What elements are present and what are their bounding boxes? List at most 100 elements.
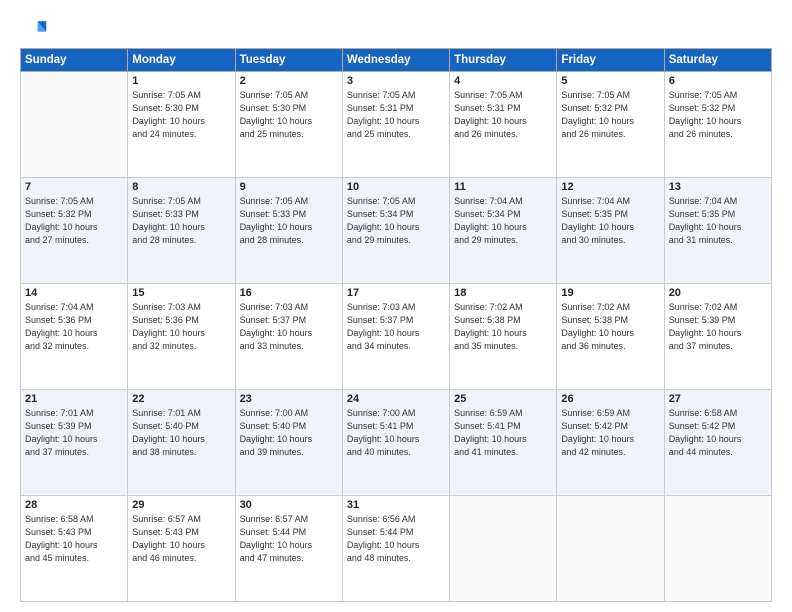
day-cell	[664, 496, 771, 602]
day-cell: 8 Sunrise: 7:05 AM Sunset: 5:33 PM Daylig…	[128, 178, 235, 284]
day-cell: 18 Sunrise: 7:02 AM Sunset: 5:38 PM Dayli…	[450, 284, 557, 390]
day-cell: 29 Sunrise: 6:57 AM Sunset: 5:43 PM Dayli…	[128, 496, 235, 602]
day-cell: 31Sunrise: 6:56 AM Sunset: 5:44 PM Dayli…	[342, 496, 449, 602]
day-info: Sunrise: 7:05 AM Sunset: 5:34 PM Dayligh…	[347, 195, 445, 247]
day-cell: 16 Sunrise: 7:03 AM Sunset: 5:37 PM Dayli…	[235, 284, 342, 390]
day-cell: 15 Sunrise: 7:03 AM Sunset: 5:36 PM Dayli…	[128, 284, 235, 390]
day-number: 14	[25, 287, 123, 299]
col-header-monday: Monday	[128, 49, 235, 72]
day-info: Sunrise: 6:56 AM Sunset: 5:44 PM Dayligh…	[347, 513, 445, 565]
logo-icon	[20, 16, 48, 44]
day-cell: 14 Sunrise: 7:04 AM Sunset: 5:36 PM Dayli…	[21, 284, 128, 390]
day-number: 10	[347, 181, 445, 193]
day-cell: 21 Sunrise: 7:01 AM Sunset: 5:39 PM Dayli…	[21, 390, 128, 496]
day-cell	[21, 72, 128, 178]
day-cell: 1Sunrise: 7:05 AM Sunset: 5:30 PM Daylig…	[128, 72, 235, 178]
day-number: 4	[454, 75, 552, 87]
day-cell: 17Sunrise: 7:03 AM Sunset: 5:37 PM Dayli…	[342, 284, 449, 390]
day-number: 16	[240, 287, 338, 299]
day-info: Sunrise: 7:05 AM Sunset: 5:33 PM Dayligh…	[132, 195, 230, 247]
day-number: 20	[669, 287, 767, 299]
header-row: SundayMondayTuesdayWednesdayThursdayFrid…	[21, 49, 772, 72]
day-number: 2	[240, 75, 338, 87]
day-number: 25	[454, 393, 552, 405]
day-number: 6	[669, 75, 767, 87]
day-cell: 23Sunrise: 7:00 AM Sunset: 5:40 PM Dayli…	[235, 390, 342, 496]
day-cell: 30 Sunrise: 6:57 AM Sunset: 5:44 PM Dayli…	[235, 496, 342, 602]
day-number: 1	[132, 75, 230, 87]
day-cell: 13 Sunrise: 7:04 AM Sunset: 5:35 PM Dayli…	[664, 178, 771, 284]
day-info: Sunrise: 7:02 AM Sunset: 5:38 PM Dayligh…	[454, 301, 552, 353]
day-info: Sunrise: 7:05 AM Sunset: 5:32 PM Dayligh…	[669, 89, 767, 141]
day-info: Sunrise: 6:59 AM Sunset: 5:42 PM Dayligh…	[561, 407, 659, 459]
col-header-saturday: Saturday	[664, 49, 771, 72]
logo	[20, 16, 52, 44]
day-cell: 24 Sunrise: 7:00 AM Sunset: 5:41 PM Dayli…	[342, 390, 449, 496]
day-info: Sunrise: 6:57 AM Sunset: 5:43 PM Dayligh…	[132, 513, 230, 565]
day-number: 18	[454, 287, 552, 299]
day-number: 22	[132, 393, 230, 405]
col-header-sunday: Sunday	[21, 49, 128, 72]
day-cell: 22Sunrise: 7:01 AM Sunset: 5:40 PM Dayli…	[128, 390, 235, 496]
day-cell: 9Sunrise: 7:05 AM Sunset: 5:33 PM Daylig…	[235, 178, 342, 284]
day-info: Sunrise: 7:02 AM Sunset: 5:39 PM Dayligh…	[669, 301, 767, 353]
day-number: 17	[347, 287, 445, 299]
day-number: 27	[669, 393, 767, 405]
day-cell: 28 Sunrise: 6:58 AM Sunset: 5:43 PM Dayli…	[21, 496, 128, 602]
day-number: 15	[132, 287, 230, 299]
day-info: Sunrise: 7:05 AM Sunset: 5:32 PM Dayligh…	[561, 89, 659, 141]
day-info: Sunrise: 7:05 AM Sunset: 5:33 PM Dayligh…	[240, 195, 338, 247]
day-cell: 7Sunrise: 7:05 AM Sunset: 5:32 PM Daylig…	[21, 178, 128, 284]
day-number: 28	[25, 499, 123, 511]
day-cell: 10 Sunrise: 7:05 AM Sunset: 5:34 PM Dayli…	[342, 178, 449, 284]
header	[20, 16, 772, 44]
day-cell	[557, 496, 664, 602]
day-cell: 2 Sunrise: 7:05 AM Sunset: 5:30 PM Daylig…	[235, 72, 342, 178]
week-row-5: 28 Sunrise: 6:58 AM Sunset: 5:43 PM Dayli…	[21, 496, 772, 602]
day-cell: 5 Sunrise: 7:05 AM Sunset: 5:32 PM Daylig…	[557, 72, 664, 178]
day-info: Sunrise: 7:04 AM Sunset: 5:35 PM Dayligh…	[561, 195, 659, 247]
day-cell: 27 Sunrise: 6:58 AM Sunset: 5:42 PM Dayli…	[664, 390, 771, 496]
day-info: Sunrise: 7:03 AM Sunset: 5:37 PM Dayligh…	[240, 301, 338, 353]
day-number: 29	[132, 499, 230, 511]
week-row-4: 21 Sunrise: 7:01 AM Sunset: 5:39 PM Dayli…	[21, 390, 772, 496]
col-header-friday: Friday	[557, 49, 664, 72]
day-number: 7	[25, 181, 123, 193]
day-number: 24	[347, 393, 445, 405]
day-number: 3	[347, 75, 445, 87]
day-cell: 25 Sunrise: 6:59 AM Sunset: 5:41 PM Dayli…	[450, 390, 557, 496]
day-info: Sunrise: 7:04 AM Sunset: 5:35 PM Dayligh…	[669, 195, 767, 247]
page: SundayMondayTuesdayWednesdayThursdayFrid…	[0, 0, 792, 612]
day-cell: 19 Sunrise: 7:02 AM Sunset: 5:38 PM Dayli…	[557, 284, 664, 390]
day-info: Sunrise: 7:05 AM Sunset: 5:31 PM Dayligh…	[454, 89, 552, 141]
day-cell: 11 Sunrise: 7:04 AM Sunset: 5:34 PM Dayli…	[450, 178, 557, 284]
day-info: Sunrise: 6:59 AM Sunset: 5:41 PM Dayligh…	[454, 407, 552, 459]
day-number: 26	[561, 393, 659, 405]
day-info: Sunrise: 7:00 AM Sunset: 5:41 PM Dayligh…	[347, 407, 445, 459]
day-number: 13	[669, 181, 767, 193]
col-header-tuesday: Tuesday	[235, 49, 342, 72]
day-info: Sunrise: 7:05 AM Sunset: 5:30 PM Dayligh…	[240, 89, 338, 141]
day-info: Sunrise: 7:03 AM Sunset: 5:36 PM Dayligh…	[132, 301, 230, 353]
week-row-1: 1 Sunrise: 7:05 AM Sunset: 5:30 PM Daylig…	[21, 72, 772, 178]
day-cell: 3 Sunrise: 7:05 AM Sunset: 5:31 PM Daylig…	[342, 72, 449, 178]
col-header-thursday: Thursday	[450, 49, 557, 72]
day-number: 11	[454, 181, 552, 193]
day-number: 19	[561, 287, 659, 299]
day-info: Sunrise: 6:57 AM Sunset: 5:44 PM Dayligh…	[240, 513, 338, 565]
day-cell: 20 Sunrise: 7:02 AM Sunset: 5:39 PM Dayli…	[664, 284, 771, 390]
day-info: Sunrise: 7:02 AM Sunset: 5:38 PM Dayligh…	[561, 301, 659, 353]
day-info: Sunrise: 7:01 AM Sunset: 5:39 PM Dayligh…	[25, 407, 123, 459]
day-cell: 12Sunrise: 7:04 AM Sunset: 5:35 PM Dayli…	[557, 178, 664, 284]
day-info: Sunrise: 7:04 AM Sunset: 5:34 PM Dayligh…	[454, 195, 552, 247]
day-info: Sunrise: 7:04 AM Sunset: 5:36 PM Dayligh…	[25, 301, 123, 353]
day-number: 8	[132, 181, 230, 193]
day-info: Sunrise: 6:58 AM Sunset: 5:42 PM Dayligh…	[669, 407, 767, 459]
day-cell	[450, 496, 557, 602]
day-number: 5	[561, 75, 659, 87]
day-info: Sunrise: 6:58 AM Sunset: 5:43 PM Dayligh…	[25, 513, 123, 565]
week-row-3: 14 Sunrise: 7:04 AM Sunset: 5:36 PM Dayli…	[21, 284, 772, 390]
day-info: Sunrise: 7:05 AM Sunset: 5:31 PM Dayligh…	[347, 89, 445, 141]
day-number: 30	[240, 499, 338, 511]
day-number: 21	[25, 393, 123, 405]
